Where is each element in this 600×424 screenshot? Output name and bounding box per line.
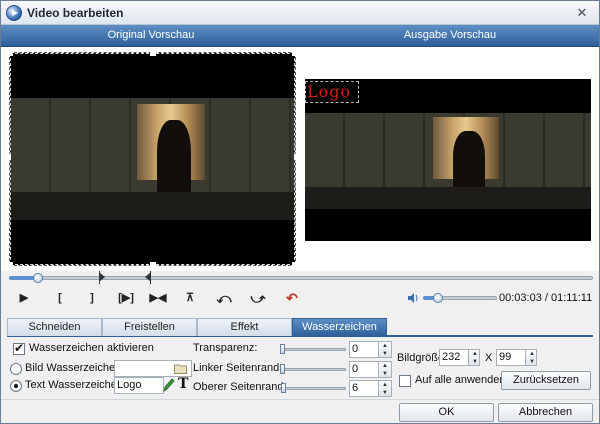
text-watermark-label: Text Wasserzeichen: [25, 379, 127, 391]
volume-thumb[interactable] [433, 293, 443, 303]
top-margin-thumb[interactable] [281, 383, 286, 393]
ok-button[interactable]: OK [399, 403, 494, 422]
tab-freistellen[interactable]: Freistellen [102, 318, 197, 336]
timeline [1, 271, 599, 285]
go-to-start-icon[interactable]: ▶◀ [147, 290, 169, 306]
start-marker-icon[interactable] [99, 272, 105, 282]
watermark-preview-text: Logo [307, 82, 352, 101]
tab-wasserzeichen[interactable]: Wasserzeichen [292, 318, 387, 336]
transparency-slider[interactable] [280, 348, 346, 351]
original-preview-label: Original Vorschau [107, 29, 195, 41]
apply-all-label: Auf alle anwenden [415, 374, 506, 386]
play-icon[interactable]: ▶ [15, 290, 33, 306]
left-margin-label: Linker Seitenrand: [193, 362, 283, 374]
resize-handle[interactable] [150, 50, 156, 56]
rotate-right-icon[interactable]: ⤻ [249, 290, 267, 306]
original-video-frame [11, 98, 294, 220]
apply-all-checkbox[interactable] [399, 375, 411, 387]
enable-watermark-label: Wasserzeichen aktivieren [29, 342, 154, 354]
height-spinner[interactable] [525, 349, 537, 366]
total-time: 01:11:11 [551, 292, 593, 304]
top-margin-label: Oberer Seitenrand: [193, 381, 287, 393]
left-margin-slider[interactable] [280, 368, 346, 371]
transparency-label: Transparenz: [193, 342, 258, 354]
window-title: Video bearbeiten [27, 6, 124, 20]
height-value[interactable]: 99 [496, 349, 526, 366]
resize-handle[interactable] [292, 262, 298, 268]
output-preview-label: Ausgabe Vorschau [403, 29, 497, 41]
current-time: 00:03:03 [499, 292, 542, 304]
resize-handle[interactable] [292, 50, 298, 56]
cancel-button[interactable]: Abbrechen [498, 403, 593, 422]
app-icon [6, 5, 22, 21]
output-preview-frame [305, 79, 591, 241]
watermark-settings: Wasserzeichen aktivieren Bild Wasserzeic… [7, 337, 593, 399]
pencil-icon[interactable] [162, 377, 176, 393]
split-icon[interactable]: ⊼ [181, 290, 199, 306]
resize-handle[interactable] [7, 50, 13, 56]
playback-controls: ▶ [ ] [▶] ▶◀ ⊼ ⤺ ⤻ ↶ 00:03:03 / 01:11:11 [1, 285, 599, 311]
undo-icon[interactable]: ↶ [283, 290, 301, 306]
end-marker-icon[interactable] [145, 272, 151, 282]
output-video-frame [305, 113, 591, 209]
image-watermark-radio[interactable] [10, 363, 22, 375]
play-selection-icon[interactable]: [▶] [113, 290, 139, 306]
size-separator: X [485, 352, 493, 364]
video-edit-dialog: Video bearbeiten ✕ Original Vorschau Aus… [0, 0, 600, 424]
text-watermark-input[interactable]: Logo [114, 377, 164, 394]
mark-in-icon[interactable]: [ [51, 290, 69, 306]
original-preview-frame[interactable] [7, 50, 298, 268]
timeline-track[interactable] [9, 276, 593, 280]
transparency-spinner[interactable] [378, 341, 392, 358]
transparency-thumb[interactable] [280, 344, 285, 354]
preview-header: Original Vorschau Ausgabe Vorschau [1, 25, 599, 47]
resize-handle[interactable] [150, 262, 156, 268]
text-watermark-radio[interactable] [10, 380, 22, 392]
left-margin-thumb[interactable] [280, 364, 285, 374]
timeline-thumb[interactable] [33, 273, 43, 283]
resize-handle[interactable] [7, 262, 13, 268]
width-value[interactable]: 232 [439, 349, 469, 366]
image-watermark-label: Bild Wasserzeichen: [25, 362, 125, 374]
width-spinner[interactable] [468, 349, 480, 366]
tab-schneiden[interactable]: Schneiden [7, 318, 102, 336]
rotate-left-icon[interactable]: ⤺ [215, 290, 233, 306]
title-bar: Video bearbeiten ✕ [1, 1, 599, 25]
top-margin-slider[interactable] [280, 387, 346, 390]
preview-area: Logo [1, 47, 599, 271]
text-font-icon[interactable]: T [178, 376, 188, 392]
dialog-footer: OK Abbrechen [1, 399, 599, 423]
enable-watermark-checkbox[interactable] [13, 341, 25, 355]
close-button[interactable]: ✕ [573, 4, 591, 22]
folder-icon[interactable] [174, 363, 187, 374]
top-margin-spinner[interactable] [378, 380, 392, 397]
mark-out-icon[interactable]: ] [83, 290, 101, 306]
time-display: 00:03:03 / 01:11:11 [499, 292, 593, 304]
reset-button[interactable]: Zurücksetzen [501, 371, 591, 390]
tab-bar: Schneiden Freistellen Effekt Wasserzeich… [7, 318, 593, 337]
volume-icon[interactable] [407, 292, 419, 304]
left-margin-spinner[interactable] [378, 361, 392, 378]
tab-effekt[interactable]: Effekt [197, 318, 292, 336]
